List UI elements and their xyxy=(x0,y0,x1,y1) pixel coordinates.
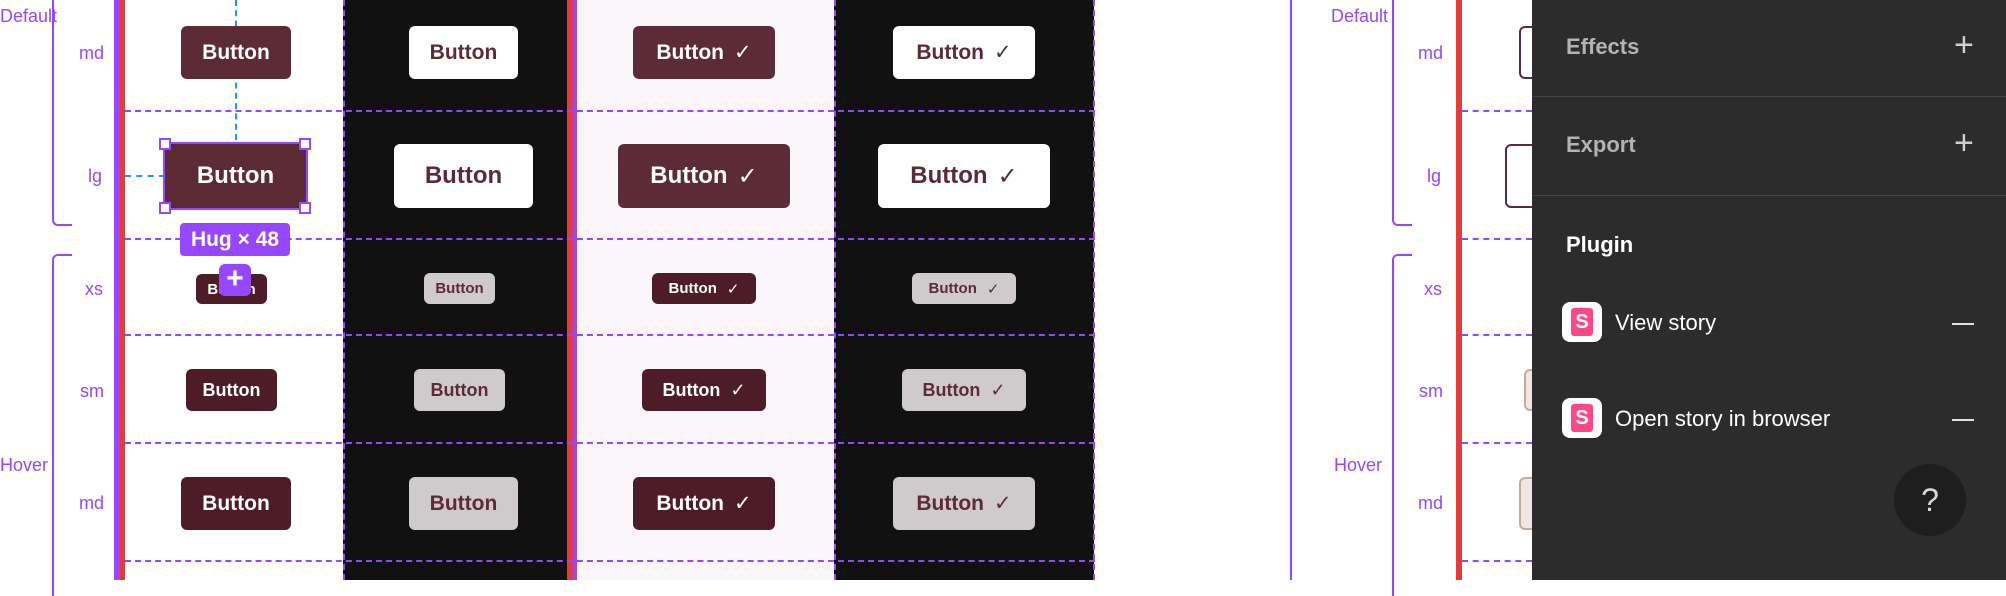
variant-button-checked[interactable]: Button ✓ xyxy=(642,369,766,411)
size-label-md: md xyxy=(1418,43,1444,63)
plugin-item-open-story[interactable]: S Open story in browser xyxy=(1532,396,2006,444)
add-effect-plus-icon[interactable]: + xyxy=(1954,28,1974,62)
help-button[interactable]: ? xyxy=(1894,464,1966,536)
variant-button-checked[interactable]: Button ✓ xyxy=(912,273,1016,304)
spacing-guide-horizontal xyxy=(125,175,165,177)
help-icon: ? xyxy=(1921,481,1939,518)
remove-minus-icon[interactable] xyxy=(1952,419,1974,421)
row-label-hover: Hover xyxy=(1334,455,1383,475)
check-icon: ✓ xyxy=(737,162,758,190)
variant-button[interactable]: Button xyxy=(186,369,277,411)
variant-button-checked[interactable]: Button ✓ xyxy=(902,369,1026,411)
check-icon: ✓ xyxy=(994,492,1012,515)
variant-button-checked[interactable]: Button ✓ xyxy=(618,144,790,208)
section-divider xyxy=(1532,195,2006,196)
properties-panel: Effects + Export + Plugin S View story S… xyxy=(1532,0,2006,580)
frame-border-left xyxy=(1290,0,1292,580)
check-icon: ✓ xyxy=(986,280,1000,298)
row-divider xyxy=(1462,238,1532,240)
resize-handle[interactable] xyxy=(159,138,171,150)
hug-size-badge: Hug × 48 xyxy=(180,223,290,256)
size-label-md: md xyxy=(79,43,105,63)
effects-section: Effects + xyxy=(1532,0,2006,96)
group-bracket-hover xyxy=(52,254,72,596)
size-label-lg: lg xyxy=(88,166,103,186)
column-divider xyxy=(1093,0,1095,580)
size-label-xs: xs xyxy=(85,279,103,299)
variant-button[interactable]: Button xyxy=(414,369,505,411)
check-icon: ✓ xyxy=(994,41,1012,64)
row-label-default: Default xyxy=(1331,6,1389,26)
add-plus-icon[interactable]: + xyxy=(219,264,251,296)
row-divider xyxy=(1462,110,1532,112)
row-divider xyxy=(1462,442,1532,444)
check-icon: ✓ xyxy=(734,41,752,64)
plugin-heading: Plugin xyxy=(1566,232,1634,257)
variant-button[interactable]: Button xyxy=(424,273,495,304)
row-divider xyxy=(125,560,1095,562)
size-label-lg: lg xyxy=(1427,166,1442,186)
view-story-label: View story xyxy=(1615,310,1717,335)
variant-button-checked[interactable]: Button ✓ xyxy=(652,273,756,304)
group-bracket-hover xyxy=(1392,254,1412,596)
variant-button[interactable]: Button xyxy=(181,26,291,79)
variant-button-checked[interactable]: Button ✓ xyxy=(893,477,1035,530)
resize-handle[interactable] xyxy=(299,138,311,150)
check-icon: ✓ xyxy=(990,379,1006,400)
export-heading: Export xyxy=(1566,132,1636,157)
check-icon: ✓ xyxy=(726,280,740,298)
row-divider xyxy=(125,442,1095,444)
variant-button-checked[interactable]: Button ✓ xyxy=(893,26,1035,79)
row-divider xyxy=(1462,334,1532,336)
variant-button[interactable]: Button xyxy=(409,477,518,530)
export-section: Export + xyxy=(1532,97,2006,195)
remove-minus-icon[interactable] xyxy=(1952,323,1974,325)
variant-button[interactable]: Button xyxy=(394,144,533,208)
size-label-md-hover: md xyxy=(1418,493,1444,513)
row-label-default: Default xyxy=(0,6,58,26)
storybook-icon: S xyxy=(1562,398,1602,438)
check-icon: ✓ xyxy=(730,379,746,400)
group-bracket-default xyxy=(52,0,72,226)
variant-button[interactable]: Button xyxy=(181,477,291,530)
row-divider xyxy=(1462,560,1532,562)
size-label-xs: xs xyxy=(1424,279,1442,299)
row-divider xyxy=(125,334,1095,336)
row-label-hover: Hover xyxy=(0,455,49,475)
resize-handle[interactable] xyxy=(299,202,311,214)
plugin-item-view-story[interactable]: S View story xyxy=(1532,300,2006,348)
group-bracket-default xyxy=(1392,0,1412,226)
variant-button-selected[interactable]: Button xyxy=(163,142,308,210)
check-icon: ✓ xyxy=(734,492,752,515)
effects-heading: Effects xyxy=(1566,34,1640,59)
size-label-sm: sm xyxy=(1419,381,1443,401)
row-divider xyxy=(125,110,1095,112)
size-label-md-hover: md xyxy=(79,493,105,513)
variant-button[interactable]: Button xyxy=(409,26,518,79)
column-divider xyxy=(834,0,836,580)
size-label-sm: sm xyxy=(80,381,104,401)
variant-button-checked[interactable]: Button ✓ xyxy=(633,477,775,530)
add-export-plus-icon[interactable]: + xyxy=(1954,126,1974,160)
variant-button-checked[interactable]: Button ✓ xyxy=(633,26,775,79)
storybook-icon: S xyxy=(1562,302,1602,342)
variant-button-checked[interactable]: Button ✓ xyxy=(878,144,1050,208)
check-icon: ✓ xyxy=(997,162,1018,190)
frame-red-border-left xyxy=(1456,0,1462,580)
open-story-label: Open story in browser xyxy=(1615,406,1831,431)
resize-handle[interactable] xyxy=(159,202,171,214)
column-divider xyxy=(343,0,345,580)
